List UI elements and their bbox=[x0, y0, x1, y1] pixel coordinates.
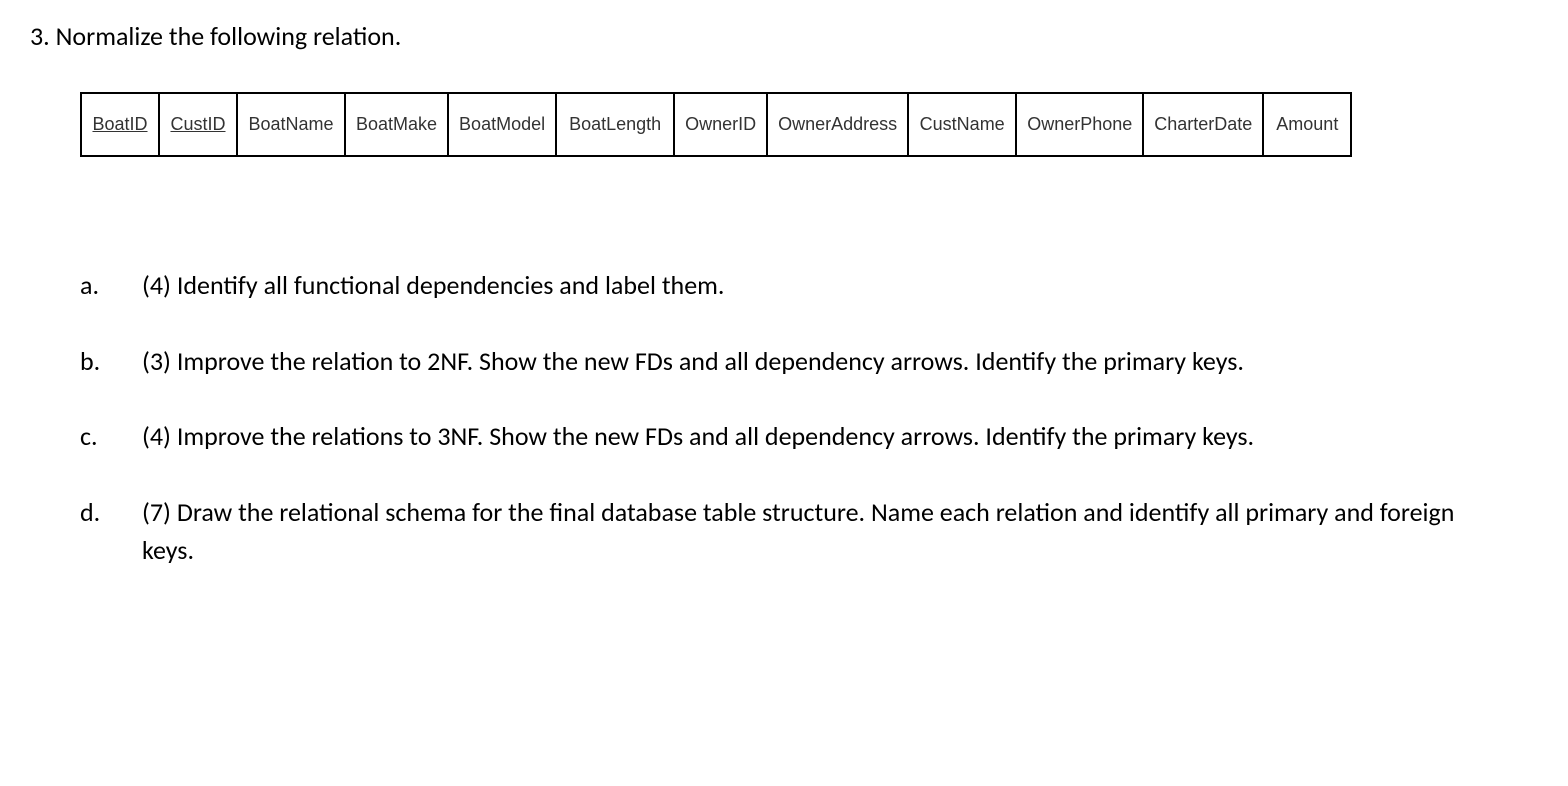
sub-question-letter: d. bbox=[80, 494, 142, 569]
sub-question-letter: c. bbox=[80, 418, 142, 456]
relation-column: BoatModel bbox=[447, 92, 557, 157]
sub-question-text: (4) Identify all functional dependencies… bbox=[142, 267, 1538, 305]
relation-column: CustID bbox=[158, 92, 238, 157]
relation-column: BoatName bbox=[236, 92, 346, 157]
sub-question-text: (3) Improve the relation to 2NF. Show th… bbox=[142, 343, 1538, 381]
question-text: Normalize the following relation. bbox=[56, 20, 402, 52]
relation-column: CustName bbox=[907, 92, 1017, 157]
relation-column: BoatLength bbox=[555, 92, 675, 157]
sub-question-text: (4) Improve the relations to 3NF. Show t… bbox=[142, 418, 1538, 456]
relation-column: Amount bbox=[1262, 92, 1352, 157]
question-number: 3. bbox=[30, 20, 50, 52]
sub-question-letter: a. bbox=[80, 267, 142, 305]
sub-question-text: (7) Draw the relational schema for the f… bbox=[142, 494, 1538, 569]
relation-column: OwnerID bbox=[673, 92, 768, 157]
sub-questions-list: a.(4) Identify all functional dependenci… bbox=[80, 267, 1538, 569]
sub-question: d.(7) Draw the relational schema for the… bbox=[80, 494, 1538, 569]
relation-column: OwnerPhone bbox=[1015, 92, 1144, 157]
relation-column: BoatMake bbox=[344, 92, 449, 157]
relation-column: OwnerAddress bbox=[766, 92, 909, 157]
relation-column: BoatID bbox=[80, 92, 160, 157]
sub-question: b.(3) Improve the relation to 2NF. Show … bbox=[80, 343, 1538, 381]
sub-question-letter: b. bbox=[80, 343, 142, 381]
sub-question: c.(4) Improve the relations to 3NF. Show… bbox=[80, 418, 1538, 456]
relation-table: BoatIDCustIDBoatNameBoatMakeBoatModelBoa… bbox=[80, 92, 1538, 157]
sub-question: a.(4) Identify all functional dependenci… bbox=[80, 267, 1538, 305]
relation-column: CharterDate bbox=[1142, 92, 1264, 157]
question-title: 3. Normalize the following relation. bbox=[30, 20, 1538, 52]
